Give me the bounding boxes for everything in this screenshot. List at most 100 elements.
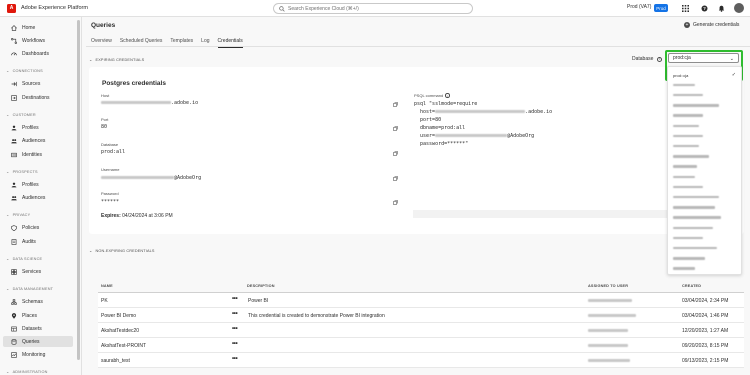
table-row[interactable]: PK ••• Power BI 03/04/2024, 2:34 PM [98, 293, 744, 308]
apps-grid-icon[interactable] [680, 3, 690, 13]
more-actions-icon[interactable]: ••• [232, 341, 238, 347]
sidebar-section-connections[interactable]: ⌄ CONNECTIONS [6, 68, 43, 73]
psql-scroll-area[interactable] [413, 210, 693, 218]
dropdown-option[interactable] [668, 182, 741, 192]
dropdown-option[interactable] [668, 80, 741, 90]
sidebar-item-label: Audits [22, 238, 36, 245]
sidebar-item-profiles[interactable]: Profiles [0, 122, 76, 133]
sidebar-item-queries[interactable]: Queries [3, 336, 73, 347]
redacted-text [673, 216, 721, 219]
copy-icon[interactable] [393, 200, 398, 205]
sidebar-item-monitoring[interactable]: Monitoring [0, 349, 76, 360]
sidebar-item-schemas[interactable]: Schemas [0, 296, 76, 307]
sidebar-item-label: Audiences [22, 194, 46, 201]
database-field-label: Database [101, 142, 119, 147]
dropdown-option[interactable] [668, 233, 741, 243]
dropdown-option[interactable] [668, 141, 741, 151]
dropdown-option[interactable] [668, 162, 741, 172]
dropdown-option[interactable] [668, 90, 741, 100]
dropdown-option[interactable] [668, 253, 741, 263]
dropdown-option[interactable] [668, 223, 741, 233]
info-icon[interactable]: i [657, 56, 663, 62]
prod-badge[interactable]: Prod [654, 4, 668, 12]
search-input[interactable]: Search Experience Cloud (⌘+/) [273, 3, 473, 14]
column-header-assigned[interactable]: ASSIGNED TO USER [588, 284, 628, 288]
sidebar-section-privacy[interactable]: ⌄ PRIVACY [6, 212, 30, 217]
more-actions-icon[interactable]: ••• [232, 311, 238, 317]
redacted-text [673, 246, 717, 250]
sidebar-item-audits[interactable]: Audits [0, 236, 76, 247]
copy-icon[interactable] [393, 151, 398, 156]
sidebar-item-places[interactable]: Places [0, 310, 76, 321]
database-dropdown-menu: prod::cja ✓ [667, 66, 742, 275]
dropdown-option[interactable] [668, 111, 741, 121]
column-header-created[interactable]: CREATED [682, 284, 701, 288]
table-row[interactable]: AkshatTestdec20 ••• 12/20/2023, 1:27 AM [98, 323, 744, 338]
dropdown-option[interactable] [668, 121, 741, 131]
sidebar-section-prospects[interactable]: ⌄ PROSPECTS [6, 169, 38, 174]
sidebar-section-customer[interactable]: ⌄ CUSTOMER [6, 112, 36, 117]
sidebar-item-destinations[interactable]: Destinations [0, 92, 76, 103]
dropdown-option[interactable] [668, 131, 741, 141]
sidebar-item-audiences[interactable]: Audiences [0, 135, 76, 146]
psql-label: PSQL command i [414, 93, 450, 98]
column-header-description[interactable]: DESCRIPTION [247, 284, 275, 288]
dropdown-option[interactable] [668, 264, 741, 274]
table-row[interactable]: AkshatTest-PROINT ••• 09/20/2023, 8:15 P… [98, 338, 744, 353]
table-row[interactable]: Power BI Demo ••• This credential is cre… [98, 308, 744, 323]
sidebar-scrollbar[interactable] [77, 20, 80, 360]
column-header-name[interactable]: NAME [101, 284, 113, 288]
avatar[interactable] [734, 3, 744, 13]
non-expiring-section-label: NON-EXPIRING CREDENTIALS [95, 248, 155, 253]
dropdown-option[interactable] [668, 151, 741, 161]
sidebar-section-data-science[interactable]: ⌄ DATA SCIENCE [6, 256, 42, 261]
copy-icon[interactable] [393, 102, 398, 107]
sidebar-item-label: Profiles [22, 124, 39, 131]
row-assigned-user [588, 328, 628, 334]
dropdown-option-selected[interactable]: prod::cja ✓ [668, 70, 741, 80]
more-actions-icon[interactable]: ••• [232, 356, 238, 362]
generate-credentials-button[interactable]: + Generate credentials [684, 22, 739, 28]
sidebar-item-home[interactable]: Home [0, 22, 76, 33]
password-value: ****** [101, 199, 120, 205]
sidebar-item-sources[interactable]: Sources [0, 78, 76, 89]
dropdown-option[interactable] [668, 192, 741, 202]
psql-line: password=******" [414, 141, 469, 147]
sidebar-section-data-management[interactable]: ⌄ DATA MANAGEMENT [6, 286, 53, 291]
redacted-text [673, 104, 719, 107]
sidebar-section-administration[interactable]: ⌄ ADMINISTRATION [6, 369, 48, 374]
info-icon[interactable]: i [445, 93, 450, 98]
identities-icon [11, 152, 17, 158]
sidebar-item-datasets[interactable]: Datasets [0, 323, 76, 334]
copy-icon[interactable] [393, 126, 398, 131]
sidebar-item-identities[interactable]: Identities [0, 149, 76, 160]
non-expiring-credentials-toggle[interactable]: ⌄ NON-EXPIRING CREDENTIALS [89, 248, 155, 253]
redacted-text [673, 124, 699, 128]
chevron-down-icon: ⌄ [6, 169, 10, 174]
chevron-down-icon: ⌄ [89, 57, 93, 62]
sidebar-item-services[interactable]: Services [0, 266, 76, 277]
dropdown-option[interactable] [668, 172, 741, 182]
dropdown-option[interactable] [668, 213, 741, 223]
bell-icon[interactable] [716, 3, 726, 13]
table-row[interactable]: saurabh_test ••• 09/13/2023, 2:15 PM [98, 353, 744, 368]
copy-icon[interactable] [393, 176, 398, 181]
sidebar-item-prospect-profiles[interactable]: Profiles [0, 179, 76, 190]
app-title[interactable]: Adobe Experience Platform [21, 5, 88, 11]
host-label: Host [101, 93, 110, 98]
sidebar-item-prospect-audiences[interactable]: Audiences [0, 192, 76, 203]
dropdown-option[interactable] [668, 202, 741, 212]
sidebar-item-workflows[interactable]: Workflows [0, 35, 76, 46]
redacted-text [435, 134, 508, 137]
sidebar-item-label: Home [22, 24, 36, 31]
help-icon[interactable]: ? [699, 3, 709, 13]
more-actions-icon[interactable]: ••• [232, 326, 238, 332]
dropdown-option[interactable] [668, 243, 741, 253]
adobe-logo[interactable]: A [7, 3, 16, 13]
more-actions-icon[interactable]: ••• [232, 296, 238, 302]
expiring-credentials-toggle[interactable]: ⌄ EXPIRING CREDENTIALS [89, 57, 144, 62]
dropdown-option[interactable] [668, 100, 741, 110]
org-name[interactable]: Prod (VA7) [627, 4, 651, 10]
sidebar-item-policies[interactable]: Policies [0, 222, 76, 233]
sidebar-item-dashboards[interactable]: Dashboards [0, 48, 76, 59]
